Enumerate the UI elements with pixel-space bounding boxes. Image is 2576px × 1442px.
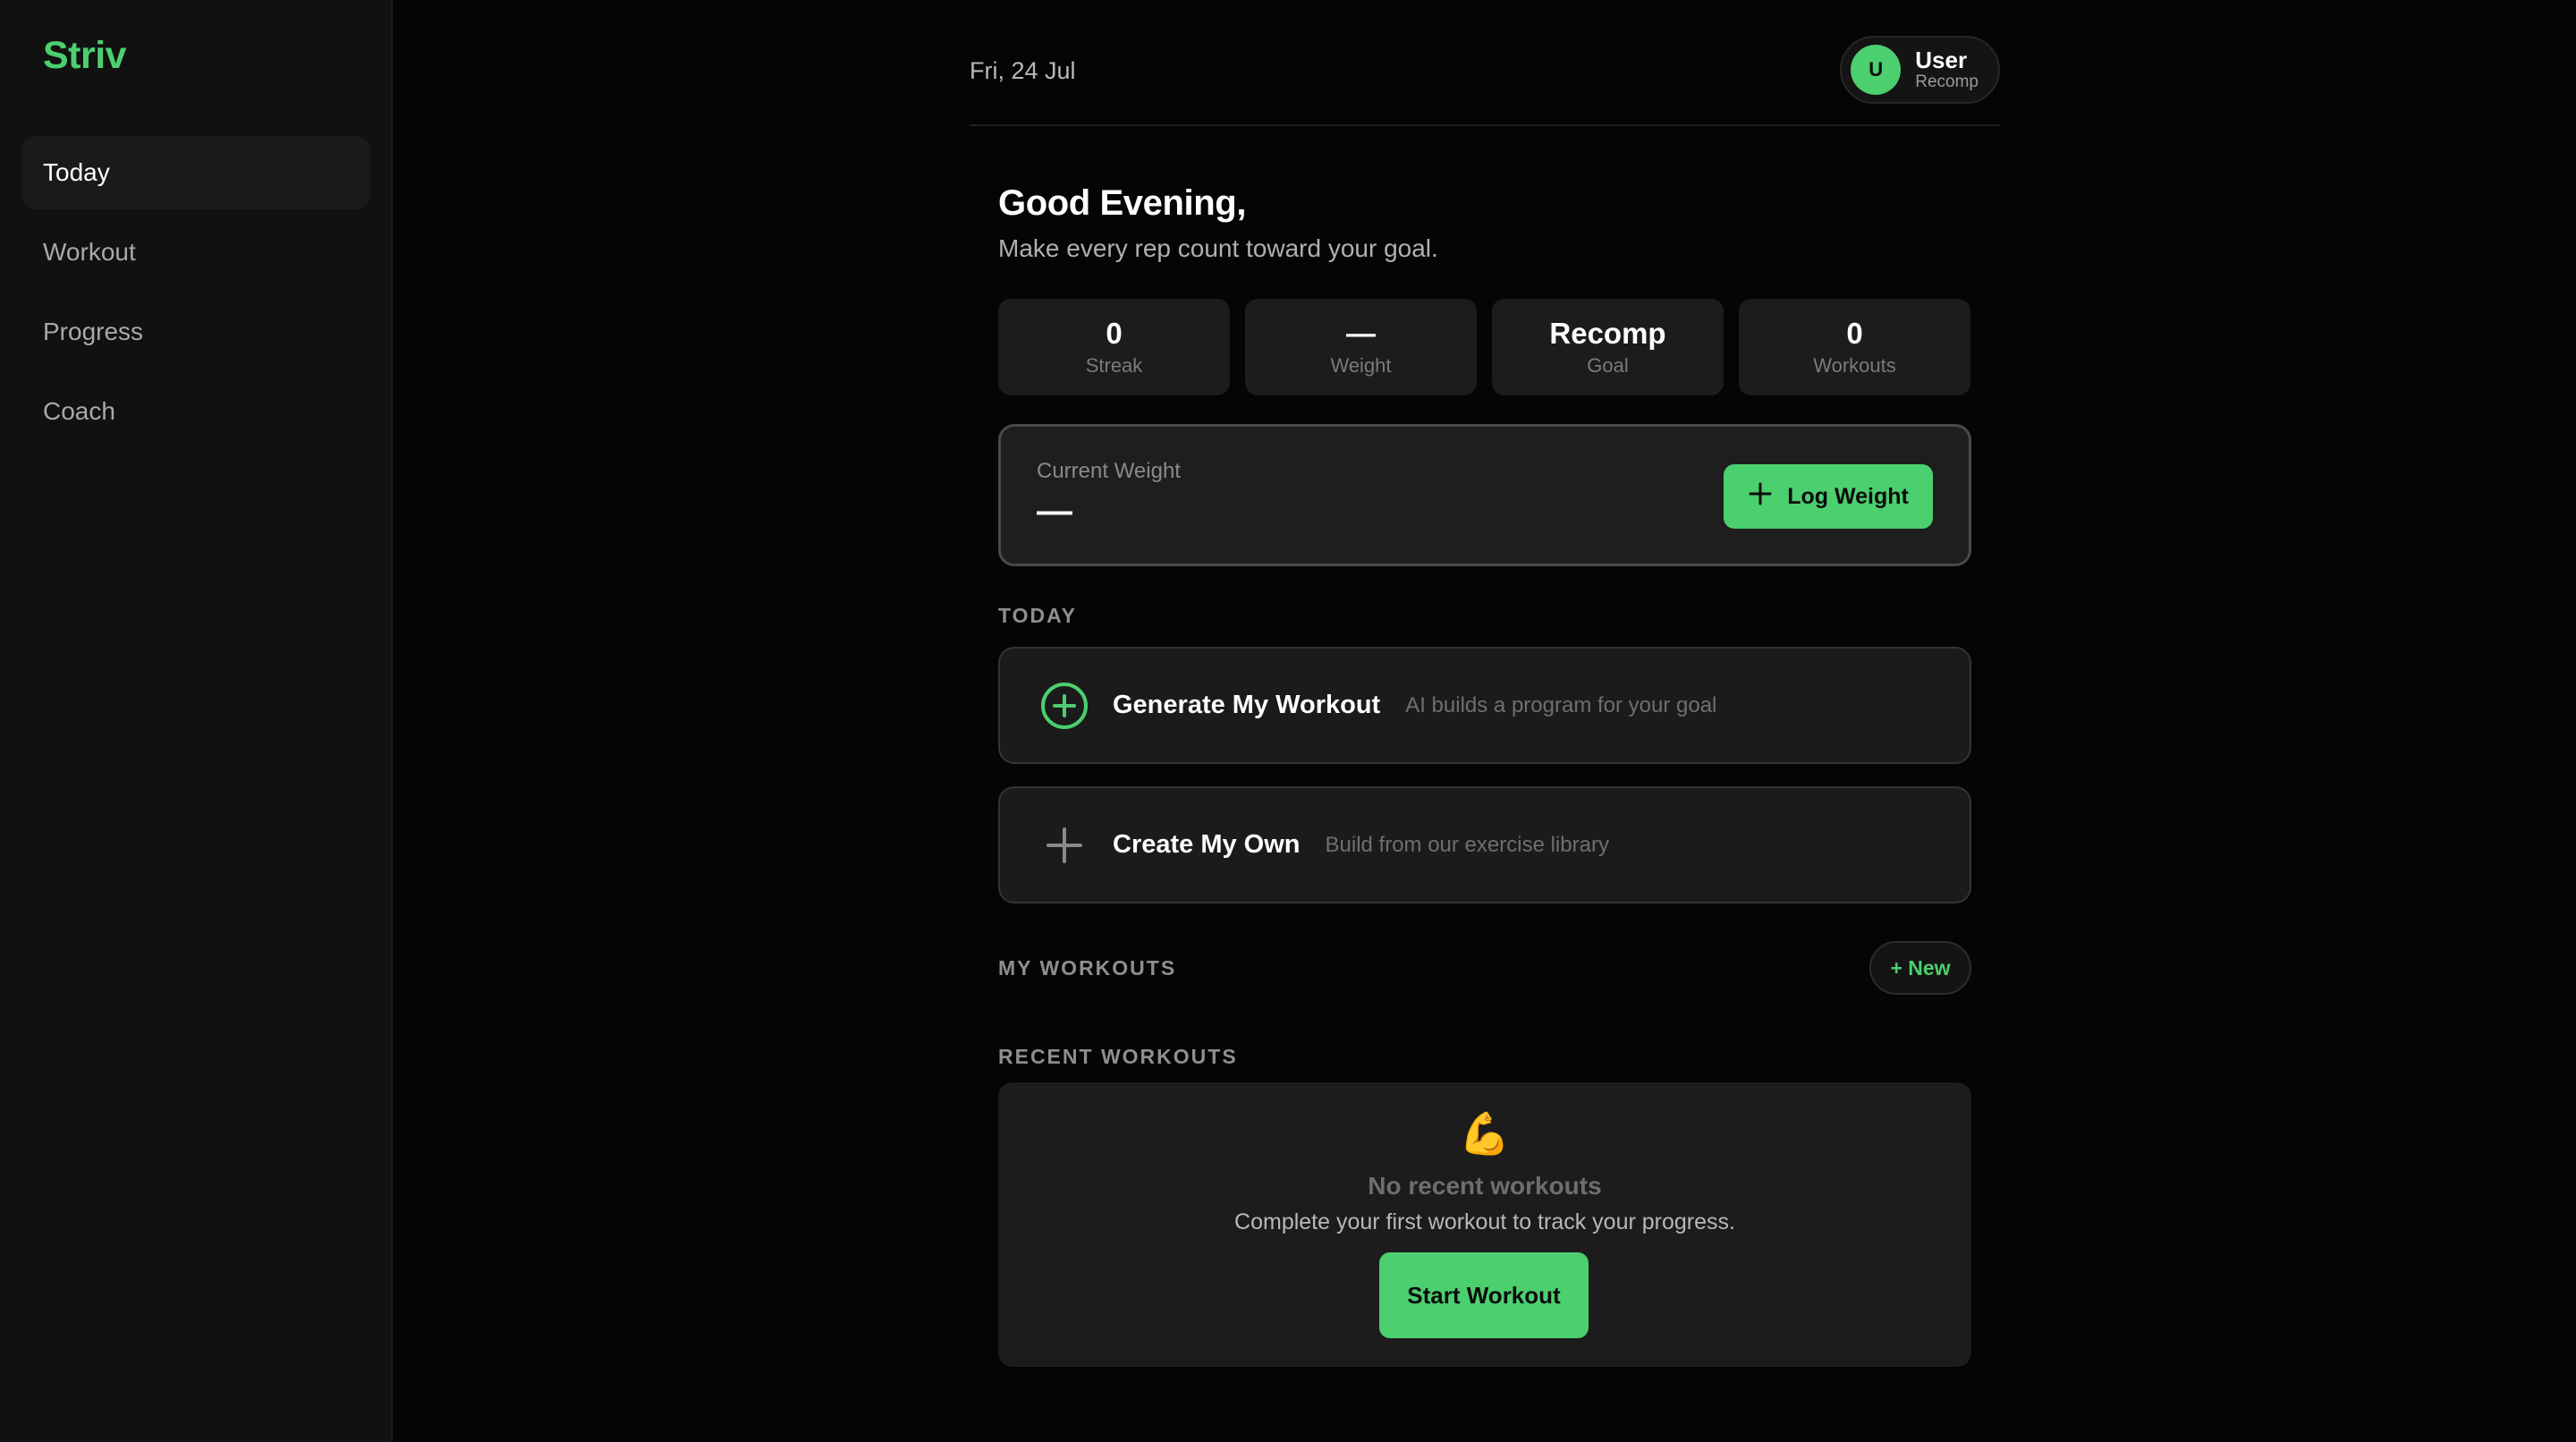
stat-label: Goal	[1587, 353, 1629, 377]
stat-goal: Recomp Goal	[1492, 299, 1724, 395]
current-weight-card: Current Weight — Log Weight	[998, 424, 1971, 566]
stat-value: —	[1346, 317, 1376, 351]
empty-state-description: Complete your first workout to track you…	[1234, 1209, 1735, 1234]
avatar: U	[1851, 45, 1902, 95]
stat-value: 0	[1846, 317, 1863, 351]
stats-row: 0 Streak — Weight Recomp Goal 0 Workouts	[998, 299, 1971, 395]
action-title: Generate My Workout	[1113, 691, 1381, 719]
action-description: Build from our exercise library	[1325, 832, 1609, 857]
stat-workouts: 0 Workouts	[1739, 299, 1970, 395]
section-title-recent-workouts: RECENT WORKOUTS	[998, 1045, 1238, 1068]
sidebar-item-progress[interactable]: Progress	[21, 295, 370, 369]
plus-icon	[1039, 820, 1089, 870]
sidebar-item-label: Progress	[43, 318, 144, 345]
generate-workout-button[interactable]: Generate My Workout AI builds a program …	[998, 647, 1971, 764]
plus-icon	[1748, 481, 1773, 513]
sidebar-item-label: Coach	[43, 397, 115, 425]
start-workout-button[interactable]: Start Workout	[1379, 1252, 1589, 1338]
stat-label: Weight	[1330, 353, 1392, 377]
user-menu-button[interactable]: U User Recomp	[1840, 36, 2000, 104]
section-title-my-workouts: MY WORKOUTS	[998, 956, 1177, 980]
action-description: AI builds a program for your goal	[1405, 692, 1717, 717]
user-goal: Recomp	[1915, 72, 1979, 91]
user-name: User	[1915, 47, 1968, 74]
empty-state-title: No recent workouts	[1368, 1172, 1602, 1200]
app-root: Striv Today Workout Progress Coach Fri, …	[0, 0, 2576, 1442]
sidebar-item-label: Workout	[43, 238, 136, 266]
flexed-biceps-icon: 💪	[1459, 1110, 1511, 1157]
app-logo[interactable]: Striv	[43, 34, 127, 78]
sidebar-item-label: Today	[43, 158, 110, 186]
log-weight-button[interactable]: Log Weight	[1724, 464, 1933, 529]
log-weight-label: Log Weight	[1787, 483, 1909, 509]
stat-label: Streak	[1085, 353, 1143, 377]
stat-value: Recomp	[1549, 317, 1666, 351]
recent-workouts-empty-state: 💪 No recent workouts Complete your first…	[998, 1082, 1971, 1367]
user-info: User Recomp	[1915, 47, 1979, 91]
sidebar-nav: Today Workout Progress Coach	[21, 136, 370, 454]
action-title: Create My Own	[1113, 830, 1301, 859]
page-title: Good Evening,	[998, 183, 1247, 223]
current-weight-label: Current Weight	[1037, 459, 1181, 483]
new-workout-button[interactable]: + New	[1869, 941, 1971, 995]
sidebar-item-workout[interactable]: Workout	[21, 216, 370, 289]
plus-circle-icon	[1039, 681, 1089, 731]
stat-streak: 0 Streak	[998, 299, 1230, 395]
stat-weight: — Weight	[1245, 299, 1477, 395]
sidebar: Striv Today Workout Progress Coach	[0, 0, 393, 1442]
sidebar-item-today[interactable]: Today	[21, 136, 370, 209]
page-subtitle: Make every rep count toward your goal.	[998, 234, 1438, 262]
stat-value: 0	[1106, 317, 1123, 351]
current-weight-value: —	[1037, 491, 1072, 530]
top-bar: Fri, 24 Jul U User Recomp	[970, 36, 2000, 126]
create-own-workout-button[interactable]: Create My Own Build from our exercise li…	[998, 786, 1971, 903]
sidebar-item-coach[interactable]: Coach	[21, 375, 370, 448]
stat-label: Workouts	[1813, 353, 1896, 377]
section-title-today: TODAY	[998, 604, 1077, 627]
current-date: Fri, 24 Jul	[970, 57, 1076, 84]
